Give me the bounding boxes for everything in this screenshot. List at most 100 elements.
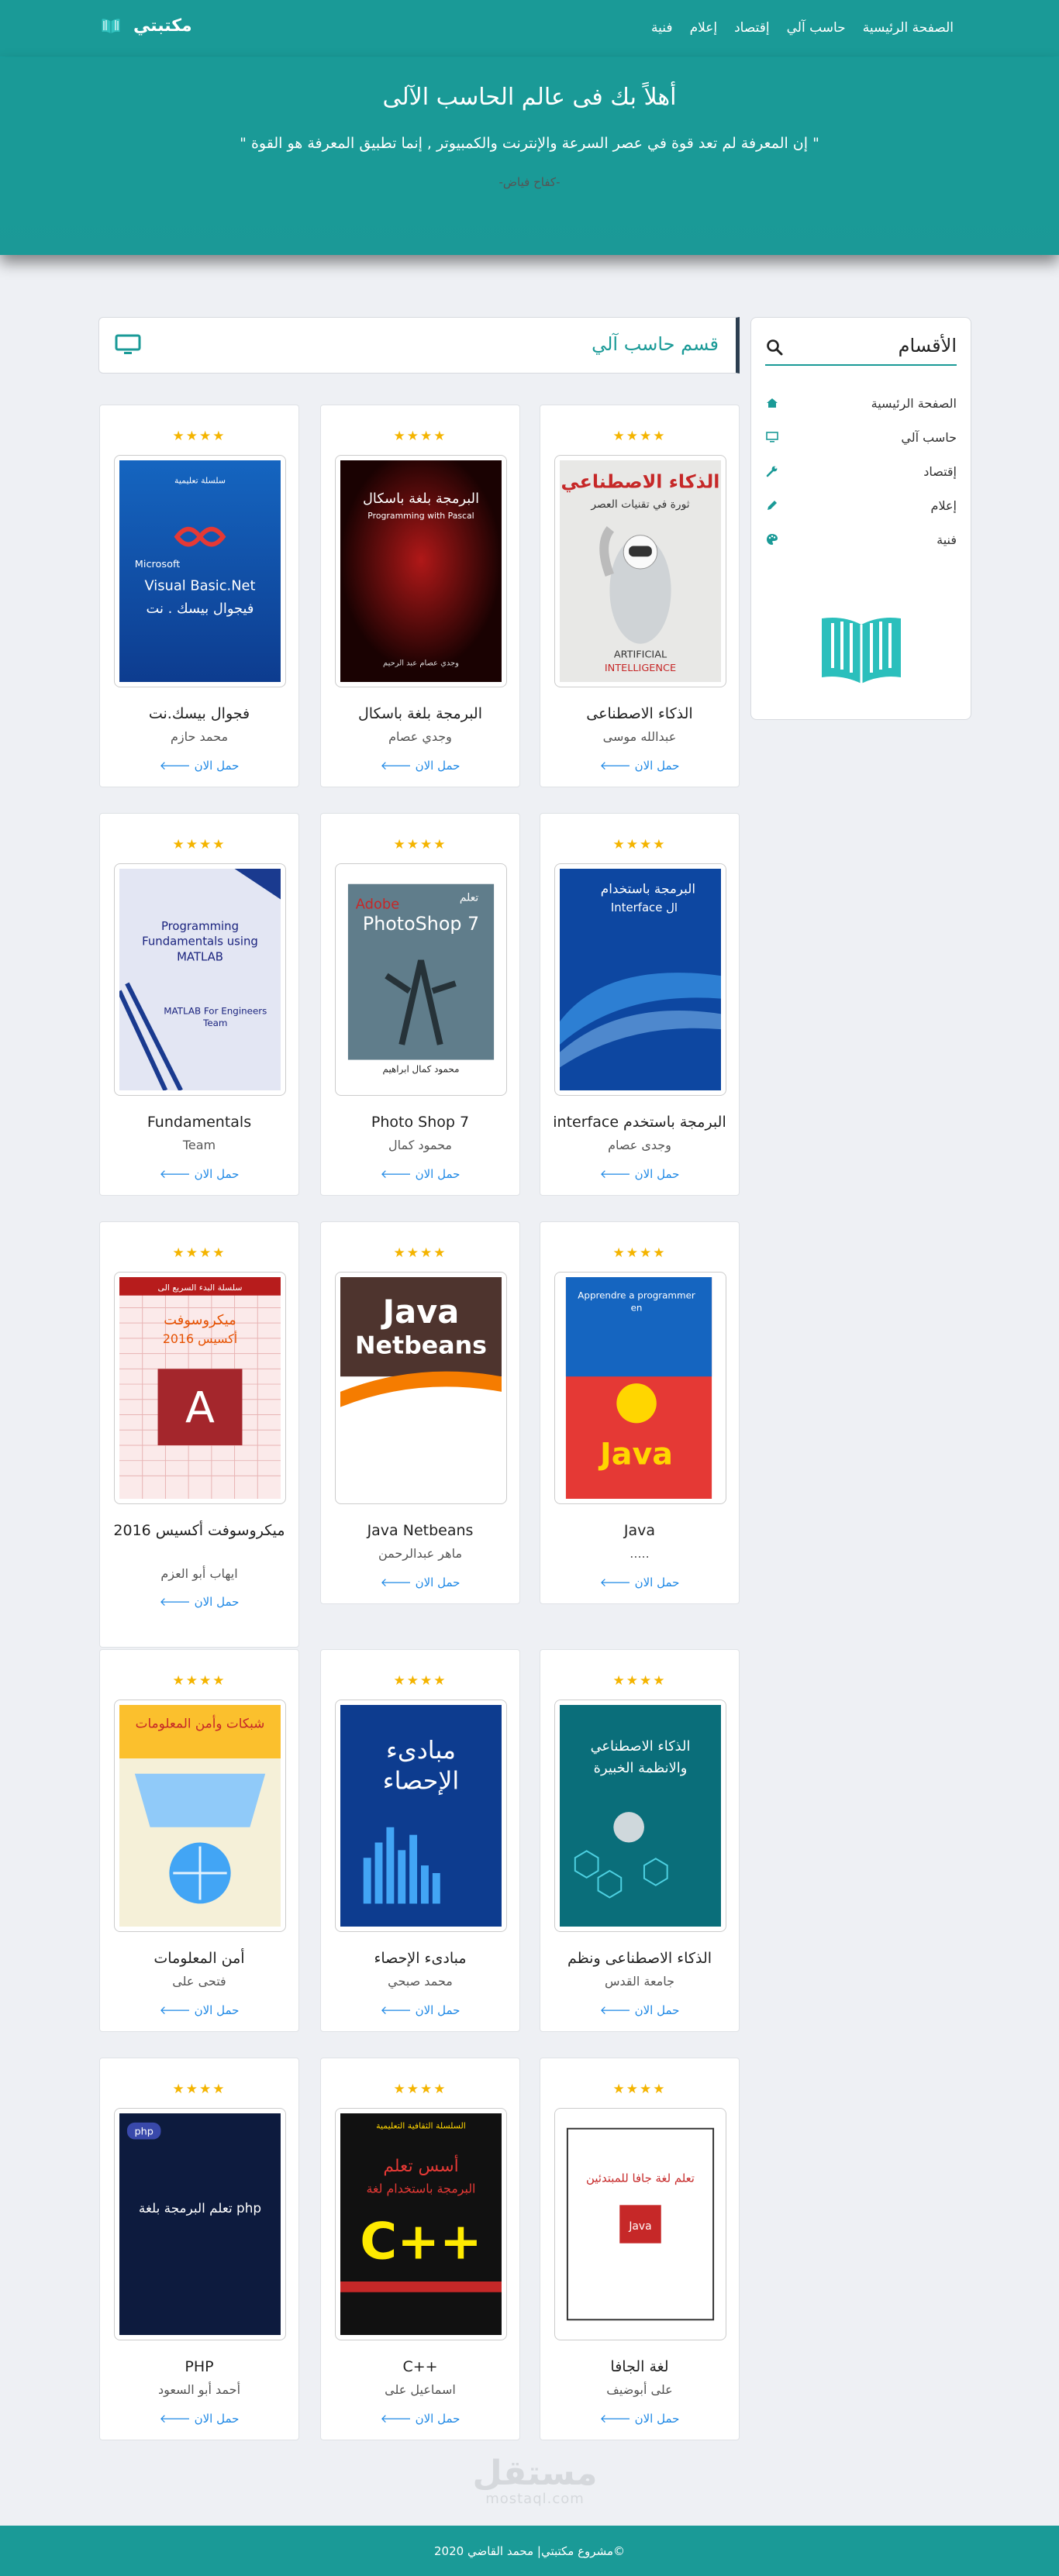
book-author: محمد صبحي xyxy=(388,1974,453,1989)
download-link[interactable]: 🡐 حمل الان xyxy=(321,758,519,773)
book-author: محمد حازم xyxy=(170,729,229,744)
book-cover[interactable]: Apprendre a programmer en Java xyxy=(554,1272,726,1504)
book-card: ★★★★ شبكات وأمن المعلومات أمن المعلومات … xyxy=(99,1649,299,2032)
desktop-icon xyxy=(115,334,141,354)
nav-link-computer[interactable]: حاسب آلي xyxy=(787,20,846,36)
book-cover[interactable]: تعلم لغة جافا للمبتدئين Java xyxy=(554,2108,726,2340)
arrow-left-icon: 🡐 xyxy=(380,2412,412,2426)
svg-text:Programming: Programming xyxy=(161,920,239,933)
home-icon xyxy=(765,396,779,410)
svg-text:البرمجة بلغة باسكال: البرمجة بلغة باسكال xyxy=(363,491,479,507)
download-link[interactable]: 🡐 حمل الان xyxy=(321,1575,519,1589)
book-title: Java xyxy=(623,1522,656,1539)
download-link[interactable]: 🡐 حمل الان xyxy=(321,2411,519,2426)
nav-link-home[interactable]: الصفحة الرئيسية xyxy=(863,20,954,36)
book-card: ★★★★ Java Netbeans Java Netbeans ماهر عب… xyxy=(320,1221,520,1604)
download-link[interactable]: 🡐 حمل الان xyxy=(540,1575,739,1589)
book-cover[interactable]: php تعلم البرمجة بلغة php xyxy=(114,2108,286,2340)
book-title: البرمجة بلغة باسكال xyxy=(357,705,482,722)
arrow-left-icon: 🡐 xyxy=(599,1576,631,1589)
book-author: فتحى على xyxy=(172,1974,226,1989)
svg-text:Adobe: Adobe xyxy=(356,896,399,912)
book-author: على أبوضيف xyxy=(606,2382,673,2397)
hero-quote-author: -كفاح فياض- xyxy=(498,175,561,189)
book-cover[interactable]: Programming Fundamentals using MATLAB MA… xyxy=(114,863,286,1096)
rating-stars-icon: ★★★★ xyxy=(612,429,667,444)
rating-stars-icon: ★★★★ xyxy=(172,429,226,444)
nav-link-economy[interactable]: إقتصاد xyxy=(734,20,769,36)
book-cover[interactable]: الذكاء الاصطناعي ثورة في تقنيات العصر AR… xyxy=(554,455,726,687)
svg-text:ARTIFICIAL: ARTIFICIAL xyxy=(614,649,667,660)
book-card: ★★★★ Programming Fundamentals using MATL… xyxy=(99,813,299,1196)
book-cover[interactable]: مبادىء الإحصاء xyxy=(335,1700,507,1932)
download-link[interactable]: 🡐 حمل الان xyxy=(540,758,739,773)
sidebar-item-art[interactable]: فنية xyxy=(765,522,957,556)
svg-text:Java: Java xyxy=(598,1437,673,1472)
brand-logo[interactable]: مكتبتي xyxy=(99,15,192,36)
watermark-name: مستقل xyxy=(472,2454,598,2493)
book-cover[interactable]: تعلم Adobe PhotoShop 7 محمود كمال ابراهي… xyxy=(335,863,507,1096)
arrow-left-icon: 🡐 xyxy=(599,2412,631,2426)
svg-text:Microsoft: Microsoft xyxy=(135,559,181,570)
download-link[interactable]: 🡐 حمل الان xyxy=(100,2003,298,2017)
download-link[interactable]: 🡐 حمل الان xyxy=(540,1166,739,1181)
svg-text:تعلم: تعلم xyxy=(460,891,479,904)
book-cover[interactable]: البرمجة بلغة باسكال Programming with Pas… xyxy=(335,455,507,687)
svg-text:الذكاء الاصطناعي: الذكاء الاصطناعي xyxy=(561,471,720,493)
book-card: ★★★★ السلسلة الثقافية التعليمية أسس تعلم… xyxy=(320,2058,520,2440)
sidebar-title: الأقسام xyxy=(898,335,957,356)
book-card: ★★★★ سلسلة البدء السريع الى ميكروسوفت أك… xyxy=(99,1221,299,1648)
svg-text:أسس تعلم: أسس تعلم xyxy=(383,2154,458,2176)
download-link[interactable]: 🡐 حمل الان xyxy=(321,2003,519,2017)
book-author: عبدالله موسى xyxy=(602,729,677,744)
book-cover[interactable]: شبكات وأمن المعلومات xyxy=(114,1700,286,1932)
book-author: وجدى عصام xyxy=(608,1138,671,1152)
download-link[interactable]: 🡐 حمل الان xyxy=(100,1594,298,1609)
sidebar-header: الأقسام xyxy=(765,333,957,366)
footer-text: مشروع مكتبتي| محمد القاضي 2020© xyxy=(434,2544,625,2558)
book-title: Photo Shop 7 xyxy=(371,1114,470,1131)
search-icon[interactable] xyxy=(765,338,784,356)
sidebar-item-computer[interactable]: حاسب آلي xyxy=(765,420,957,454)
arrow-left-icon: 🡐 xyxy=(380,1576,412,1589)
download-link[interactable]: 🡐 حمل الان xyxy=(321,1166,519,1181)
svg-text:مبادىء: مبادىء xyxy=(386,1737,456,1765)
rating-stars-icon: ★★★★ xyxy=(612,1245,667,1261)
sidebar-item-home[interactable]: الصفحة الرئيسية xyxy=(765,386,957,420)
book-cover[interactable]: سلسلة تعليمية Microsoft Visual Basic.Net… xyxy=(114,455,286,687)
desktop-icon xyxy=(765,430,779,444)
svg-text:MATLAB For Engineers: MATLAB For Engineers xyxy=(164,1005,267,1016)
book-card: ★★★★ Apprendre a programmer en Java Java… xyxy=(540,1221,740,1604)
book-cover[interactable]: Java Netbeans xyxy=(335,1272,507,1504)
svg-text:PhotoShop 7: PhotoShop 7 xyxy=(363,913,479,935)
download-link[interactable]: 🡐 حمل الان xyxy=(100,758,298,773)
book-title: PHP xyxy=(185,2358,214,2375)
nav-link-art[interactable]: فنية xyxy=(651,20,673,36)
svg-text:Java: Java xyxy=(628,2220,651,2233)
categories-sidebar: الأقسام الصفحة الرئيسية حاسب آلي إقتصاد … xyxy=(750,317,971,720)
book-cover[interactable]: الذكاء الاصطناعي والانظمة الخبيرة xyxy=(554,1700,726,1932)
arrow-left-icon: 🡐 xyxy=(380,1167,412,1181)
download-link[interactable]: 🡐 حمل الان xyxy=(100,1166,298,1181)
svg-text:ثورة في تقنيات العصر: ثورة في تقنيات العصر xyxy=(590,498,689,511)
pencil-icon xyxy=(765,498,779,512)
book-title: أمن المعلومات xyxy=(154,1950,245,1967)
download-link[interactable]: 🡐 حمل الان xyxy=(540,2003,739,2017)
download-link[interactable]: 🡐 حمل الان xyxy=(540,2411,739,2426)
book-cover[interactable]: البرمجة باستخدام Interface ال xyxy=(554,863,726,1096)
svg-text:Netbeans: Netbeans xyxy=(355,1332,487,1360)
sidebar-item-media[interactable]: إعلام xyxy=(765,488,957,522)
sidebar-item-economy[interactable]: إقتصاد xyxy=(765,454,957,488)
book-card: ★★★★ php تعلم البرمجة بلغة php PHP أحمد … xyxy=(99,2058,299,2440)
svg-text:البرمجة باستخدام: البرمجة باستخدام xyxy=(601,881,695,897)
watermark-url: mostaql.com xyxy=(485,2491,585,2507)
book-cover[interactable]: سلسلة البدء السريع الى ميكروسوفت أكسيس 2… xyxy=(114,1272,286,1504)
book-cover[interactable]: السلسلة الثقافية التعليمية أسس تعلم البر… xyxy=(335,2108,507,2340)
svg-text:Programming with Pascal: Programming with Pascal xyxy=(367,511,474,521)
book-card: ★★★★ سلسلة تعليمية Microsoft Visual Basi… xyxy=(99,405,299,787)
open-book-logo-icon xyxy=(822,618,901,684)
svg-text:والانظمة الخبيرة: والانظمة الخبيرة xyxy=(594,1760,688,1776)
nav-link-media[interactable]: إعلام xyxy=(690,20,718,36)
download-link[interactable]: 🡐 حمل الان xyxy=(100,2411,298,2426)
svg-text:أكسيس 2016: أكسيس 2016 xyxy=(163,1331,237,1347)
